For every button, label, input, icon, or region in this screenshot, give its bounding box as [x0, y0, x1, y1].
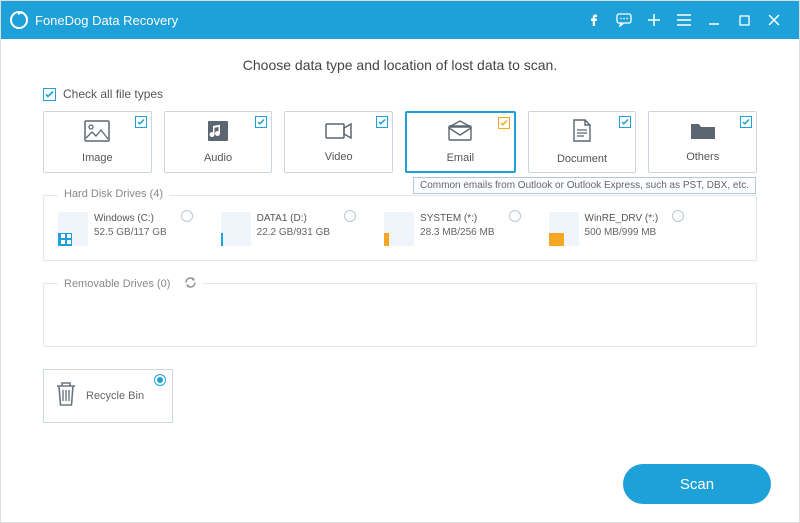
facebook-icon[interactable] — [579, 1, 609, 39]
drive-radio[interactable] — [181, 210, 193, 222]
drive-item[interactable]: DATA1 (D:)22.2 GB/931 GB — [221, 212, 330, 246]
removable-legend: Removable Drives (0) — [58, 276, 203, 292]
type-label: Others — [686, 151, 719, 163]
drive-icon — [384, 212, 414, 246]
hard-disk-group: Hard Disk Drives (4) Windows (C:)52.5 GB… — [43, 195, 757, 261]
drive-size: 52.5 GB/117 GB — [94, 226, 167, 240]
drive-name: SYSTEM (*:) — [420, 212, 494, 226]
add-icon[interactable] — [639, 1, 669, 39]
feedback-icon[interactable] — [609, 1, 639, 39]
type-card-video[interactable]: Video — [284, 111, 393, 173]
check-all-file-types[interactable]: Check all file types — [43, 87, 757, 101]
drive-radio[interactable] — [344, 210, 356, 222]
file-type-grid: Image Audio Video Email Document — [43, 111, 757, 173]
type-checkbox[interactable] — [255, 116, 267, 128]
hard-disk-legend: Hard Disk Drives (4) — [58, 188, 169, 200]
type-card-email[interactable]: Email — [405, 111, 516, 173]
type-label: Image — [82, 152, 113, 164]
email-icon — [447, 120, 473, 147]
drive-item[interactable]: SYSTEM (*:)28.3 MB/256 MB — [384, 212, 494, 246]
type-card-others[interactable]: Others — [648, 111, 757, 173]
page-heading: Choose data type and location of lost da… — [43, 57, 757, 73]
check-all-label: Check all file types — [63, 87, 163, 101]
drive-radio[interactable] — [509, 210, 521, 222]
close-button[interactable] — [759, 1, 789, 39]
app-title: FoneDog Data Recovery — [35, 13, 178, 28]
type-card-document[interactable]: Document — [528, 111, 637, 173]
type-label: Document — [557, 153, 607, 165]
type-card-image[interactable]: Image — [43, 111, 152, 173]
type-checkbox[interactable] — [376, 116, 388, 128]
document-icon — [572, 119, 592, 148]
menu-icon[interactable] — [669, 1, 699, 39]
folder-icon — [690, 121, 716, 146]
drive-name: WinRE_DRV (*:) — [585, 212, 659, 226]
removable-group: Removable Drives (0) — [43, 283, 757, 347]
recycle-radio[interactable] — [154, 374, 166, 386]
scan-button[interactable]: Scan — [623, 464, 771, 504]
email-tooltip: Common emails from Outlook or Outlook Ex… — [413, 177, 756, 194]
type-card-audio[interactable]: Audio — [164, 111, 273, 173]
drive-icon — [549, 212, 579, 246]
drive-icon — [221, 212, 251, 246]
drive-size: 500 MB/999 MB — [585, 226, 659, 240]
drive-name: Windows (C:) — [94, 212, 167, 226]
maximize-button[interactable] — [729, 1, 759, 39]
type-label: Video — [325, 151, 353, 163]
drive-size: 22.2 GB/931 GB — [257, 226, 330, 240]
app-logo-icon — [9, 10, 29, 30]
drive-item[interactable]: WinRE_DRV (*:)500 MB/999 MB — [549, 212, 659, 246]
image-icon — [84, 120, 110, 147]
type-checkbox[interactable] — [135, 116, 147, 128]
video-icon — [325, 121, 353, 146]
type-checkbox[interactable] — [498, 117, 510, 129]
drive-icon — [58, 212, 88, 246]
drive-radio[interactable] — [672, 210, 684, 222]
type-checkbox[interactable] — [619, 116, 631, 128]
minimize-button[interactable] — [699, 1, 729, 39]
title-bar: FoneDog Data Recovery — [1, 1, 799, 39]
type-checkbox[interactable] — [740, 116, 752, 128]
trash-icon — [54, 380, 78, 413]
type-label: Audio — [204, 152, 232, 164]
refresh-icon[interactable] — [184, 276, 197, 292]
check-all-checkbox[interactable] — [43, 88, 56, 101]
type-label: Email — [447, 152, 475, 164]
recycle-label: Recycle Bin — [86, 390, 144, 402]
drive-size: 28.3 MB/256 MB — [420, 226, 494, 240]
drive-item[interactable]: Windows (C:)52.5 GB/117 GB — [58, 212, 167, 246]
recycle-bin-option[interactable]: Recycle Bin — [43, 369, 173, 423]
drive-name: DATA1 (D:) — [257, 212, 330, 226]
audio-icon — [206, 120, 230, 147]
